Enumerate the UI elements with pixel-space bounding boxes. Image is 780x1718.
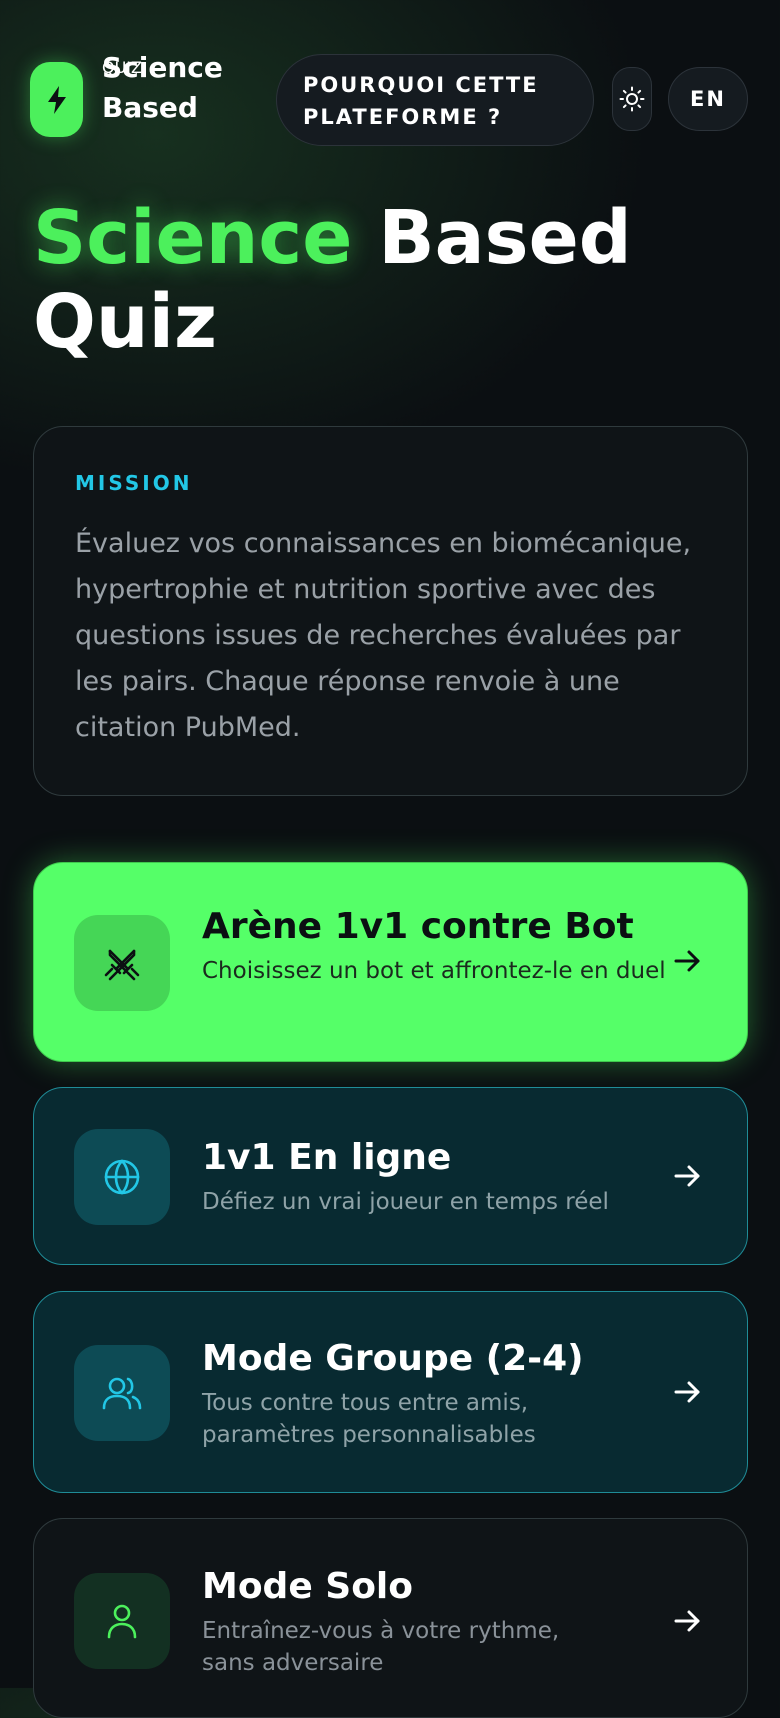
mode-description: Entraînez-vous à votre rythme, sans adve… <box>202 1618 560 1676</box>
sun-icon <box>619 86 645 112</box>
mode-title: 1v1 En ligne <box>202 1137 452 1178</box>
title-word-quiz: Quiz <box>33 279 218 365</box>
users-icon <box>102 1377 142 1410</box>
user-icon <box>107 1604 137 1639</box>
page-title: Science Based Quiz <box>33 196 632 364</box>
mode-bot-arena-card[interactable]: Arène 1v1 contre Bot Choisissez un bot e… <box>33 862 748 1062</box>
globe-icon <box>104 1159 140 1195</box>
mode-icon-tile <box>74 1345 170 1441</box>
brand-subtitle: QUIZ <box>102 58 142 77</box>
why-platform-line-2: PLATEFORME ? <box>303 105 503 129</box>
swords-icon <box>104 949 140 981</box>
mode-group-card[interactable]: Mode Groupe (2-4) Tous contre tous entre… <box>33 1291 748 1493</box>
mode-title: Mode Groupe (2-4) <box>202 1338 584 1379</box>
mission-card: MISSION Évaluez vos connaissances en bio… <box>33 426 748 796</box>
bolt-icon <box>47 85 66 114</box>
mode-title: Arène 1v1 contre Bot <box>202 906 634 947</box>
mission-label: MISSION <box>75 471 193 495</box>
mode-description: Tous contre tous entre amis, paramètres … <box>202 1390 536 1448</box>
why-platform-line-1: POURQUOI CETTE <box>303 73 539 97</box>
arrow-right-icon <box>674 1610 700 1632</box>
theme-toggle-button[interactable] <box>612 67 652 131</box>
mode-description: Choisissez un bot et affrontez-le en due… <box>202 958 666 984</box>
logo-tile[interactable] <box>30 62 83 137</box>
language-button[interactable]: EN <box>668 67 748 131</box>
why-platform-button[interactable]: POURQUOI CETTE PLATEFORME ? <box>276 54 594 146</box>
title-green-word: Science <box>33 195 353 281</box>
mission-text: Évaluez vos connaissances en biomécaniqu… <box>75 528 692 743</box>
arrow-right-icon <box>674 1165 700 1187</box>
mode-icon-tile <box>74 1129 170 1225</box>
mode-solo-card[interactable]: Mode Solo Entraînez-vous à votre rythme,… <box>33 1518 748 1718</box>
arrow-right-icon <box>674 1381 700 1403</box>
title-word-based: Based <box>378 195 632 281</box>
mode-icon-tile <box>74 915 170 1011</box>
arrow-right-icon <box>674 950 700 972</box>
mode-online-card[interactable]: 1v1 En ligne Défiez un vrai joueur en te… <box>33 1087 748 1265</box>
mode-description: Défiez un vrai joueur en temps réel <box>202 1189 609 1215</box>
brand-line-2: Based <box>102 91 198 124</box>
mode-icon-tile <box>74 1573 170 1669</box>
mode-title: Mode Solo <box>202 1566 414 1607</box>
